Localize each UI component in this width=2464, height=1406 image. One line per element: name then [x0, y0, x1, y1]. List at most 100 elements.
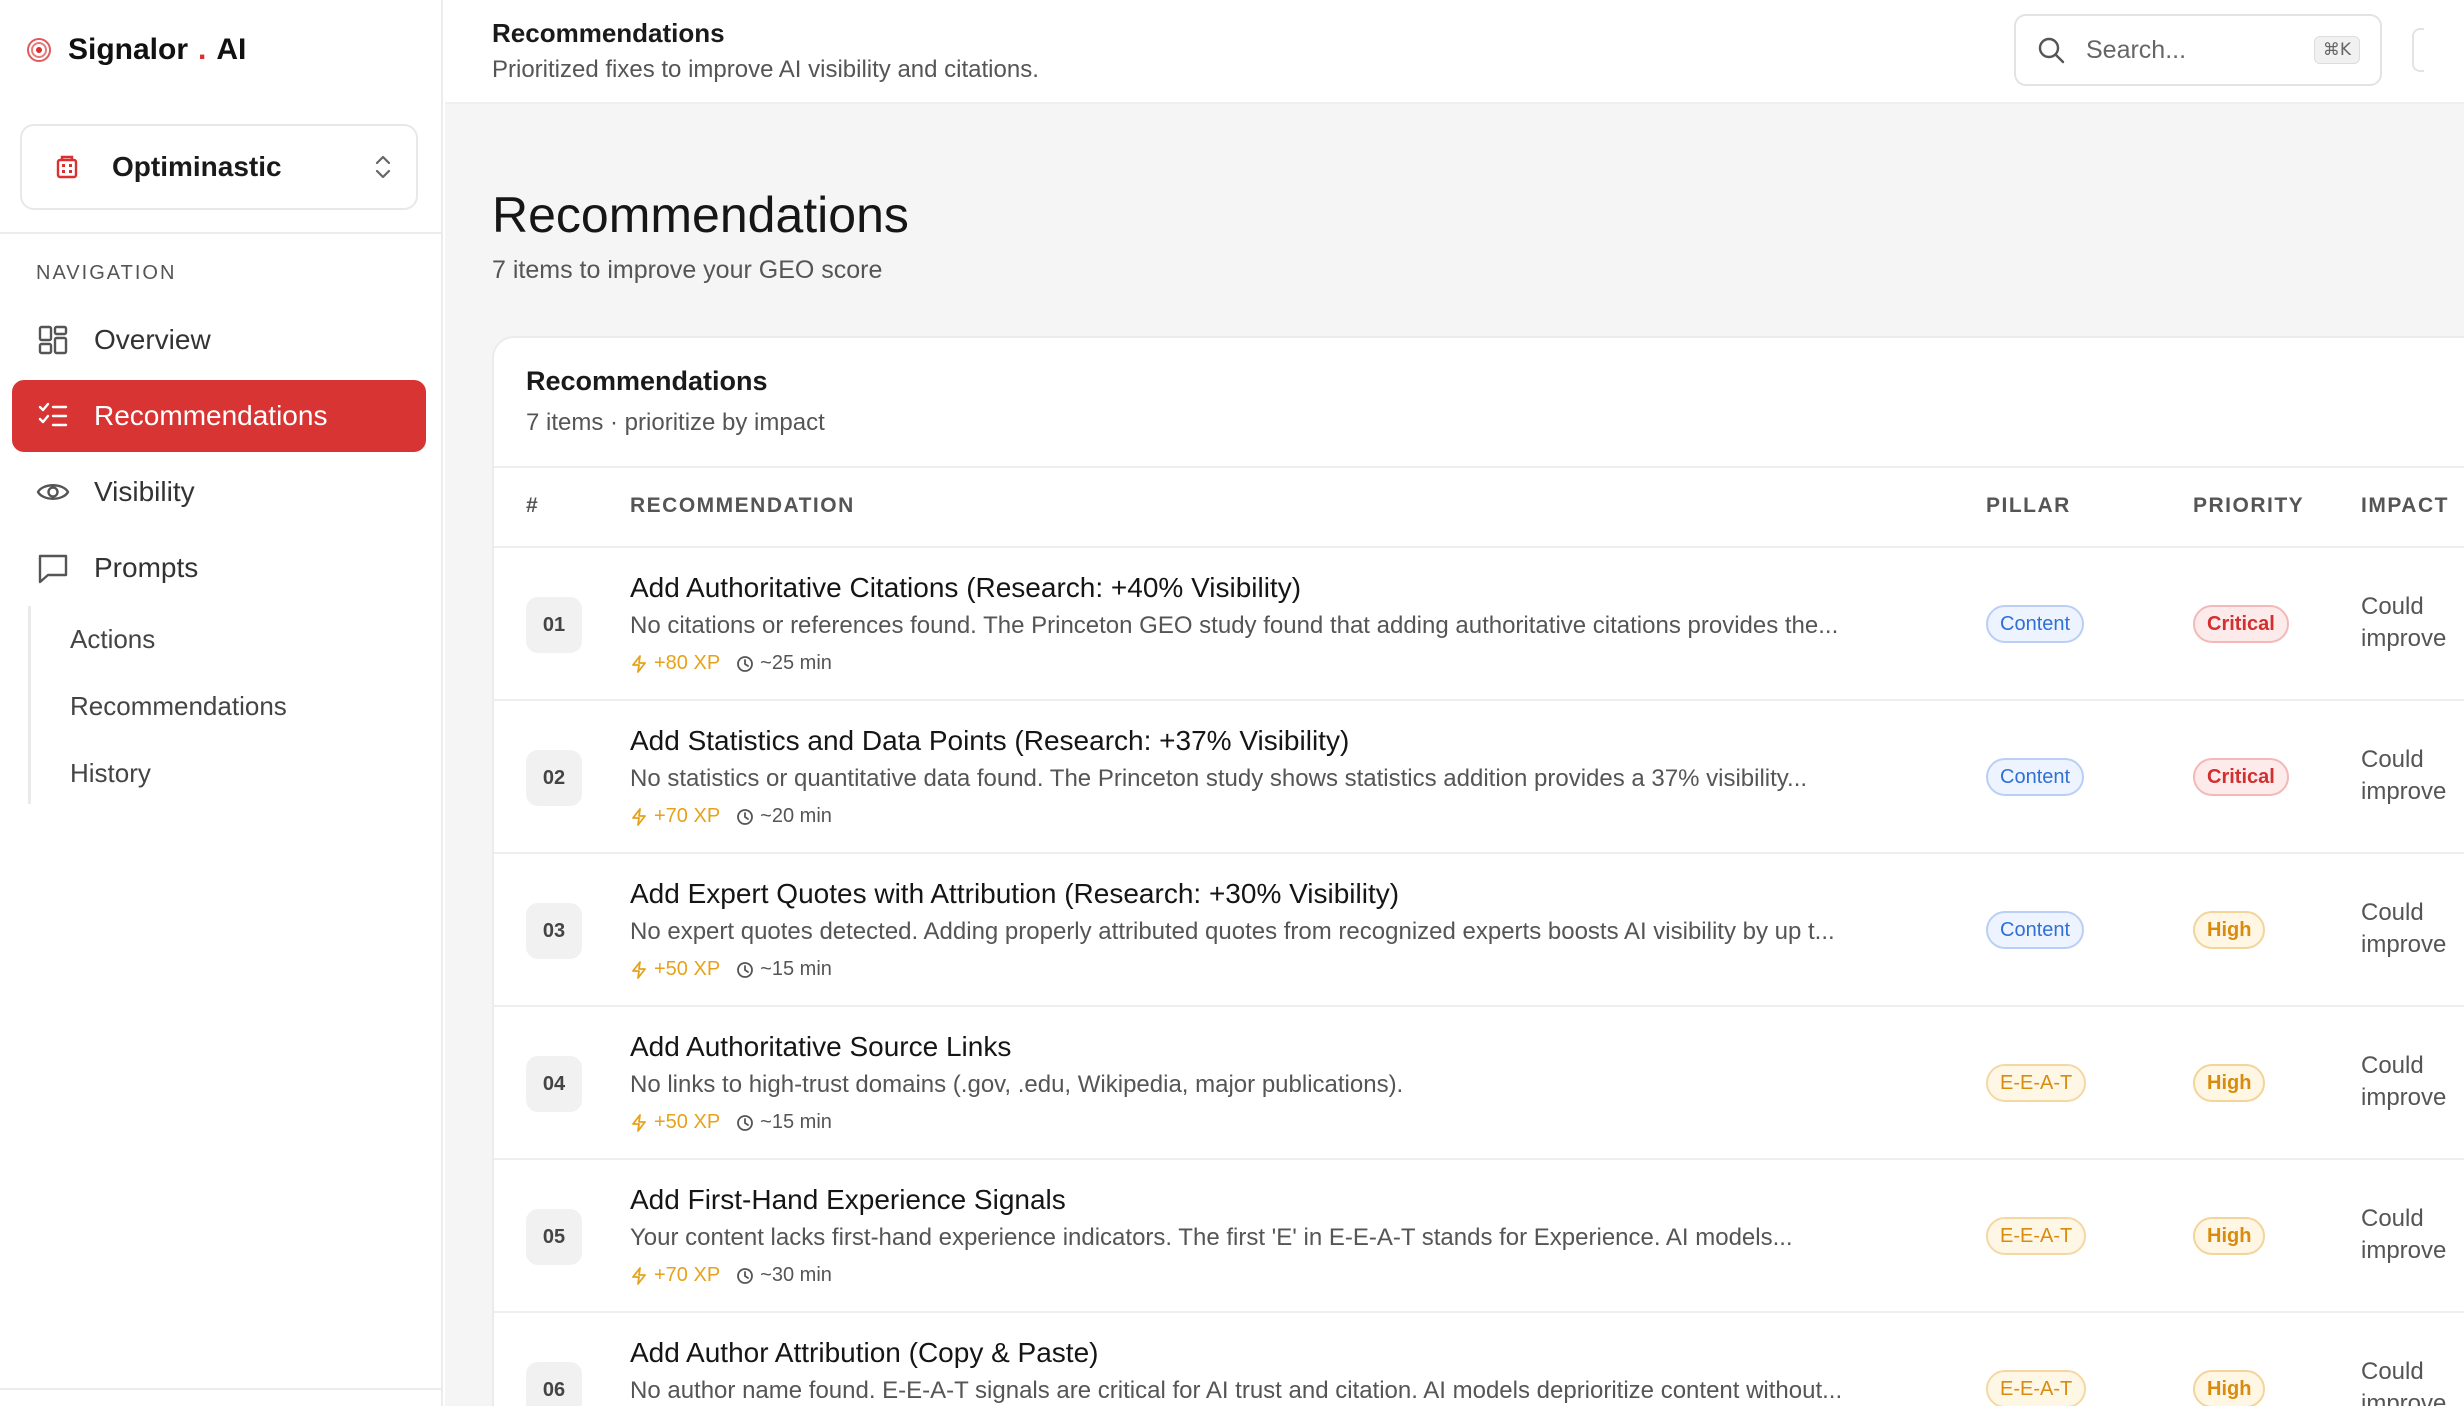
- search-icon: [2036, 35, 2066, 65]
- impact-text: Could improve: [2361, 591, 2446, 655]
- pillar-badge: E-E-A-T: [1986, 1370, 2087, 1406]
- sidebar-item-recommendations[interactable]: Recommendations: [12, 380, 426, 452]
- time-value: ~30 min: [760, 1264, 832, 1286]
- nav-section-title: NAVIGATION: [36, 262, 177, 284]
- column-header-pillar[interactable]: PILLAR: [1986, 494, 2071, 518]
- table-row[interactable]: 01 Add Authoritative Citations (Research…: [494, 548, 2464, 701]
- xp-reward: +50 XP: [630, 958, 720, 981]
- search-input[interactable]: [2086, 35, 2314, 65]
- table-row[interactable]: 06 Add Author Attribution (Copy & Paste)…: [494, 1313, 2464, 1406]
- recommendation-title[interactable]: Add Authoritative Source Links: [630, 1031, 1011, 1063]
- impact-line-2: improve: [2361, 625, 2447, 652]
- recommendation-title[interactable]: Add Author Attribution (Copy & Paste): [630, 1337, 1098, 1369]
- recommendation-meta: +50 XP ~15 min: [630, 1111, 832, 1134]
- xp-value: +50 XP: [654, 1111, 721, 1133]
- row-number: 02: [526, 750, 582, 806]
- signal-logo-icon: [26, 37, 52, 63]
- header-title: Recommendations: [492, 18, 725, 48]
- grid-icon: [36, 323, 70, 357]
- top-bar: Recommendations Prioritized fixes to imp…: [445, 0, 2464, 104]
- recommendation-description: No links to high-trust domains (.gov, .e…: [630, 1071, 1404, 1098]
- impact-line-1: Could: [2361, 1358, 2424, 1385]
- recommendation-meta: +70 XP ~20 min: [630, 805, 832, 828]
- page-title: Recommendations: [492, 187, 909, 243]
- table-row[interactable]: 04 Add Authoritative Source Links No lin…: [494, 1007, 2464, 1160]
- lightning-icon: [630, 960, 648, 979]
- recommendations-card: Recommendations 7 items · prioritize by …: [492, 336, 2464, 1406]
- card-title: Recommendations: [526, 366, 768, 396]
- sidebar-item-overview[interactable]: Overview: [12, 304, 426, 376]
- lightning-icon: [630, 807, 648, 826]
- priority-badge: High: [2193, 1370, 2266, 1406]
- recommendation-meta: +80 XP ~25 min: [630, 652, 832, 675]
- impact-line-2: improve: [2361, 1390, 2447, 1406]
- table-row[interactable]: 02 Add Statistics and Data Points (Resea…: [494, 701, 2464, 854]
- recommendation-title[interactable]: Add First-Hand Experience Signals: [630, 1184, 1066, 1216]
- shortcut-hint: ⌘K: [2313, 36, 2360, 64]
- sidebar-item-visibility[interactable]: Visibility: [12, 456, 426, 528]
- xp-value: +80 XP: [654, 652, 721, 674]
- subnav-rail: [28, 606, 31, 804]
- row-number: 04: [526, 1056, 582, 1112]
- impact-text: Could improve: [2361, 897, 2446, 961]
- impact-line-1: Could: [2361, 593, 2424, 620]
- recommendation-description: Your content lacks first-hand experience…: [630, 1224, 1793, 1251]
- clock-icon: [736, 1114, 754, 1132]
- priority-badge: High: [2193, 1217, 2266, 1255]
- sidebar-item-label: Visibility: [94, 476, 195, 507]
- table-row[interactable]: 03 Add Expert Quotes with Attribution (R…: [494, 854, 2464, 1007]
- xp-value: +50 XP: [654, 958, 721, 980]
- time-estimate: ~15 min: [736, 1111, 832, 1134]
- message-icon: [36, 551, 70, 585]
- recommendation-description: No statistics or quantitative data found…: [630, 765, 1808, 792]
- time-value: ~25 min: [760, 652, 832, 674]
- impact-line-2: improve: [2361, 1084, 2447, 1111]
- sidebar-item-prompts[interactable]: Prompts: [12, 532, 426, 604]
- recommendation-title[interactable]: Add Statistics and Data Points (Research…: [630, 725, 1349, 757]
- xp-reward: +70 XP: [630, 1264, 720, 1287]
- time-value: ~20 min: [760, 805, 832, 827]
- sidebar-footer-divider: [0, 1388, 443, 1390]
- row-number: 06: [526, 1362, 582, 1406]
- impact-line-1: Could: [2361, 1205, 2424, 1232]
- impact-line-1: Could: [2361, 1052, 2424, 1079]
- recommendation-description: No citations or references found. The Pr…: [630, 612, 1839, 639]
- brand-name: Signalor: [68, 33, 189, 66]
- clock-icon: [736, 655, 754, 673]
- sidebar-divider: [0, 232, 443, 234]
- impact-text: Could improve: [2361, 1050, 2446, 1114]
- table-row[interactable]: 05 Add First-Hand Experience Signals You…: [494, 1160, 2464, 1313]
- clock-icon: [736, 961, 754, 979]
- time-estimate: ~15 min: [736, 958, 832, 981]
- row-number: 01: [526, 597, 582, 653]
- column-header-impact[interactable]: IMPACT: [2361, 494, 2449, 518]
- subnav-item-recommendations[interactable]: Recommendations: [70, 691, 287, 722]
- priority-badge: Critical: [2193, 605, 2289, 643]
- brand-logo[interactable]: Signalor . AI: [26, 30, 246, 70]
- xp-reward: +50 XP: [630, 1111, 720, 1134]
- column-header-priority[interactable]: PRIORITY: [2193, 494, 2304, 518]
- eye-icon: [36, 475, 70, 509]
- priority-badge: High: [2193, 911, 2266, 949]
- workspace-switcher[interactable]: Optiminastic: [20, 124, 418, 210]
- priority-badge: Critical: [2193, 758, 2289, 796]
- recommendation-title[interactable]: Add Expert Quotes with Attribution (Rese…: [630, 878, 1399, 910]
- xp-reward: +70 XP: [630, 805, 720, 828]
- sidebar-item-label: Recommendations: [94, 400, 328, 431]
- xp-reward: +80 XP: [630, 652, 720, 675]
- time-estimate: ~20 min: [736, 805, 832, 828]
- xp-value: +70 XP: [654, 1264, 721, 1286]
- recommendation-title[interactable]: Add Authoritative Citations (Research: +…: [630, 572, 1301, 604]
- header-action-button[interactable]: [2412, 28, 2424, 72]
- lightning-icon: [630, 1113, 648, 1132]
- subnav-item-history[interactable]: History: [70, 758, 151, 789]
- row-number: 05: [526, 1209, 582, 1265]
- card-subtitle: 7 items · prioritize by impact: [526, 409, 825, 436]
- brand-dot: .: [198, 33, 207, 66]
- column-header-recommendation[interactable]: RECOMMENDATION: [630, 494, 855, 518]
- pillar-badge: Content: [1986, 758, 2085, 796]
- subnav-item-actions[interactable]: Actions: [70, 624, 155, 655]
- search-box[interactable]: ⌘K: [2014, 14, 2382, 86]
- sidebar-item-label: Prompts: [94, 552, 199, 583]
- impact-line-1: Could: [2361, 899, 2424, 926]
